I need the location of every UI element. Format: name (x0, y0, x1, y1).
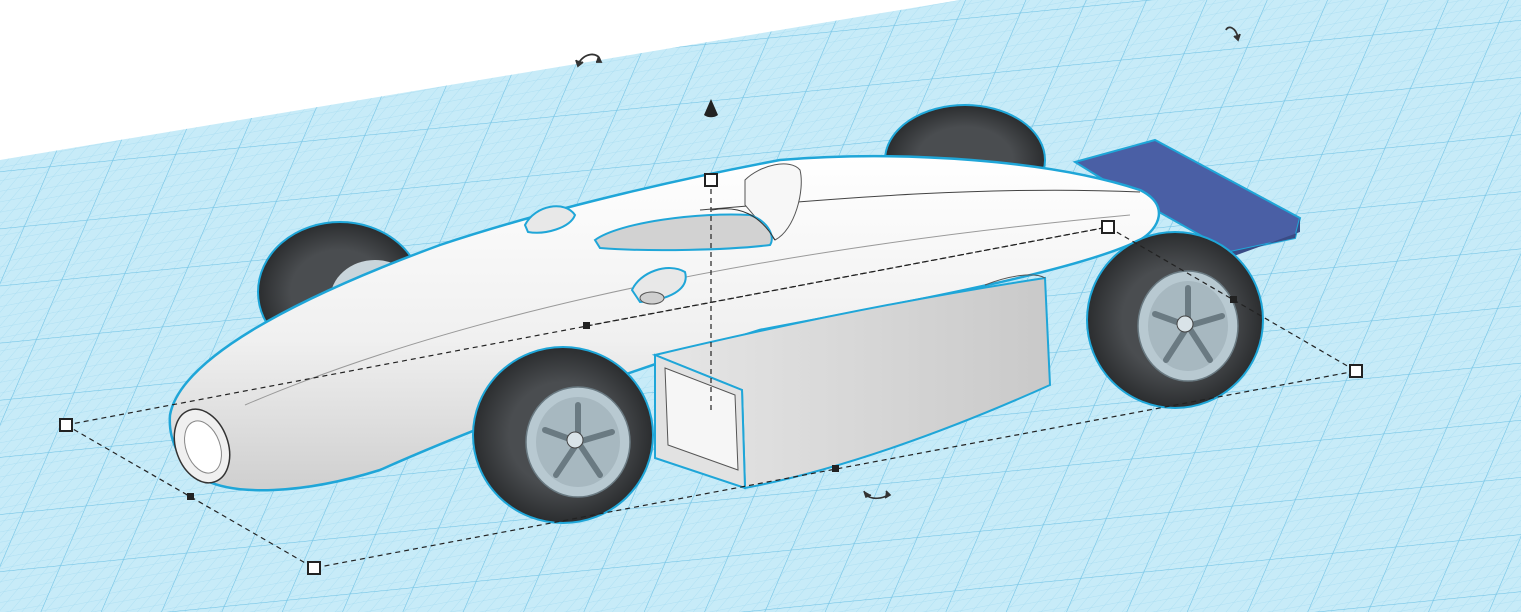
edge-handle-back[interactable] (1230, 296, 1237, 303)
resize-handle-back-right[interactable] (1349, 364, 1363, 378)
resize-handle-front-right[interactable] (307, 561, 321, 575)
3d-viewport[interactable] (0, 0, 1521, 612)
rear-right-visible-wheel[interactable] (1086, 231, 1264, 409)
resize-handle-front-left[interactable] (59, 418, 73, 432)
edge-handle-center[interactable] (583, 322, 590, 329)
front-left-wheel[interactable] (472, 346, 654, 524)
edge-handle-right[interactable] (832, 465, 839, 472)
resize-handle-back-left[interactable] (1101, 220, 1115, 234)
resize-handle-height[interactable] (704, 173, 718, 187)
edge-handle-front[interactable] (187, 493, 194, 500)
